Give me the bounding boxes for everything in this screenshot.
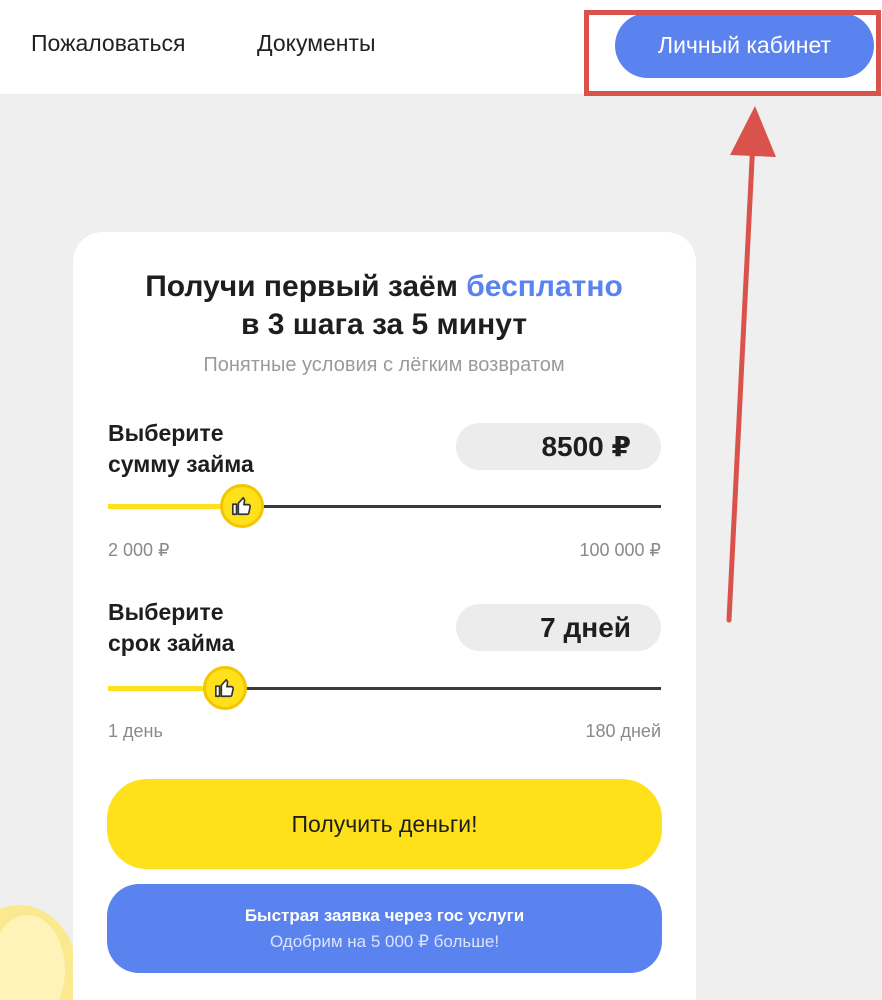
hero-title: Получи первый заём бесплатно в 3 шага за… [0, 268, 768, 344]
amount-slider-thumb[interactable] [220, 484, 264, 528]
amount-slider-track[interactable] [108, 484, 661, 528]
term-min-label: 1 день [108, 721, 163, 741]
top-navigation-bar: Пожаловаться Документы Личный кабинет [0, 0, 882, 94]
title-accent: бесплатно [466, 270, 623, 303]
term-label-line2: срок займа [108, 630, 235, 656]
title-line2: в 3 шага за 5 минут [240, 308, 528, 341]
complain-link[interactable]: Пожаловаться [31, 30, 185, 57]
term-slider-track[interactable] [108, 666, 661, 710]
amount-label: Выберите сумму займа [108, 418, 254, 480]
personal-cabinet-button[interactable]: Личный кабинет [615, 13, 874, 78]
get-money-button[interactable]: Получить деньги! [107, 779, 662, 869]
gosuslugi-application-button[interactable]: Быстрая заявка через гос услуги Одобрим … [107, 884, 662, 973]
thumbs-up-icon [215, 678, 235, 698]
term-label-line1: Выберите [108, 599, 224, 625]
amount-label-line2: сумму займа [108, 451, 254, 477]
term-max-label: 180 дней [585, 721, 661, 741]
gos-button-title: Быстрая заявка через гос услуги [244, 905, 525, 925]
term-slider-thumb[interactable] [203, 666, 247, 710]
amount-label-line1: Выберите [108, 420, 224, 446]
hero-subtitle: Понятные условия с лёгким возвратом [203, 354, 565, 376]
gos-button-subtitle: Одобрим на 5 000 ₽ больше! [269, 931, 500, 951]
amount-value-field[interactable]: 8500 ₽ [456, 423, 661, 470]
documents-link[interactable]: Документы [257, 30, 376, 57]
term-label: Выберите срок займа [108, 597, 234, 659]
title-prefix: Получи первый заём [145, 270, 458, 303]
term-value-field[interactable]: 7 дней [456, 604, 661, 651]
amount-max-label: 100 000 ₽ [579, 540, 661, 560]
thumbs-up-icon [232, 496, 252, 516]
amount-min-label: 2 000 ₽ [108, 540, 170, 560]
